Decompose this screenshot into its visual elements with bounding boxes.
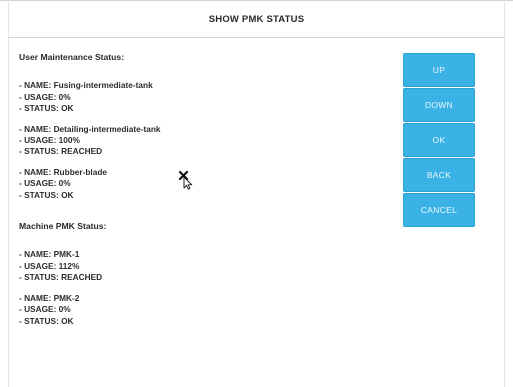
- frame-left-border: [8, 0, 9, 387]
- ok-button[interactable]: OK: [403, 123, 475, 157]
- list-item: - NAME: PMK-1 - USAGE: 112% - STATUS: RE…: [19, 249, 359, 283]
- entry-usage: - USAGE: 112%: [19, 260, 80, 271]
- frame-right-border: [504, 0, 505, 387]
- busy-pointer-icon: [178, 170, 193, 190]
- entry-usage: - USAGE: 0%: [19, 91, 71, 102]
- list-item: - NAME: PMK-2 - USAGE: 0% - STATUS: OK: [19, 293, 359, 327]
- cancel-button[interactable]: CANCEL: [403, 193, 475, 227]
- user-maintenance-title: User Maintenance Status:: [19, 52, 125, 62]
- entry-usage: - USAGE: 0%: [19, 304, 71, 315]
- entry-status: - STATUS: OK: [19, 315, 74, 326]
- entry-status: - STATUS: OK: [19, 189, 74, 200]
- entry-name: - NAME: PMK-1: [19, 249, 80, 260]
- entry-usage: - USAGE: 100%: [19, 135, 80, 146]
- down-button[interactable]: DOWN: [403, 88, 475, 122]
- machine-pmk-title: Machine PMK Status:: [19, 221, 107, 232]
- entry-status: - STATUS: OK: [19, 103, 74, 114]
- entry-status: - STATUS: REACHED: [19, 146, 103, 157]
- header-bar: SHOW PMK STATUS: [9, 1, 504, 38]
- entry-name: - NAME: Fusing-intermediate-tank: [19, 80, 153, 91]
- entry-name: - NAME: Detailing-intermediate-tank: [19, 123, 161, 134]
- pmk-status-screen: SHOW PMK STATUS User Maintenance Status:…: [0, 0, 513, 387]
- entry-name: - NAME: PMK-2: [19, 292, 80, 303]
- list-item: - NAME: Detailing-intermediate-tank - US…: [19, 124, 359, 158]
- entry-status: - STATUS: REACHED: [19, 272, 103, 283]
- list-item: - NAME: Fusing-intermediate-tank - USAGE…: [19, 80, 359, 114]
- page-title: SHOW PMK STATUS: [208, 13, 305, 25]
- up-button[interactable]: UP: [403, 53, 475, 87]
- back-button[interactable]: BACK: [403, 158, 475, 192]
- action-button-column: UP DOWN OK BACK CANCEL: [403, 53, 475, 227]
